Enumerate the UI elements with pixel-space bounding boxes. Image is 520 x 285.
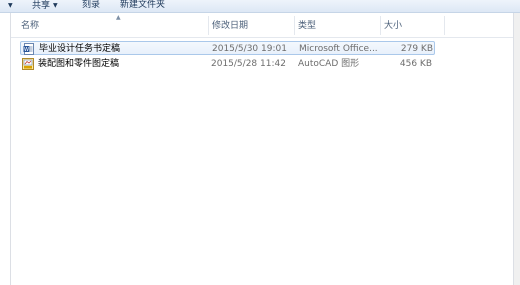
organize-dropdown-button[interactable]: ▼	[5, 0, 13, 12]
file-type: Microsoft Office...	[299, 44, 378, 54]
svg-text:W: W	[24, 47, 29, 53]
column-header: ▲ 名称 修改日期 类型 大小	[11, 13, 513, 38]
command-toolbar: ▼ 共享 ▼ 刻录 新建文件夹	[0, 0, 520, 13]
word-document-icon: W	[23, 43, 34, 55]
file-name: 装配图和零件图定稿	[38, 59, 120, 69]
column-type-label: 类型	[298, 21, 317, 31]
column-date-label: 修改日期	[212, 21, 249, 31]
new-folder-label: 新建文件夹	[120, 0, 166, 10]
column-date-header[interactable]: 修改日期	[208, 13, 294, 37]
column-size-header[interactable]: 大小	[380, 13, 444, 37]
file-size: 279 KB	[400, 44, 433, 54]
vertical-scrollbar[interactable]	[513, 13, 520, 285]
burn-button[interactable]: 刻录	[82, 0, 100, 12]
file-date-modified: 2015/5/28 11:42	[211, 59, 286, 69]
share-button[interactable]: 共享 ▼	[32, 0, 58, 12]
file-size: 456 KB	[399, 59, 432, 69]
chevron-down-icon: ▼	[53, 2, 58, 9]
column-type-header[interactable]: 类型	[294, 13, 380, 37]
file-row[interactable]: W 毕业设计任务书定稿 2015/5/30 19:01 Microsoft Of…	[20, 41, 435, 55]
file-row[interactable]: 装配图和零件图定稿 2015/5/28 11:42 AutoCAD 图形 456…	[20, 57, 435, 71]
new-folder-button[interactable]: 新建文件夹	[120, 0, 165, 12]
file-type: AutoCAD 图形	[298, 59, 360, 69]
column-size-label: 大小	[384, 21, 403, 31]
column-divider[interactable]	[444, 16, 445, 35]
chevron-down-icon: ▼	[8, 2, 13, 9]
file-date-modified: 2015/5/30 19:01	[212, 44, 287, 54]
autocad-drawing-icon	[22, 58, 34, 70]
navigation-pane[interactable]	[0, 13, 11, 285]
column-name-label: 名称	[21, 21, 40, 31]
file-name: 毕业设计任务书定稿	[39, 44, 121, 54]
column-name-header[interactable]: 名称	[17, 13, 211, 37]
burn-label: 刻录	[82, 0, 101, 10]
share-label: 共享	[32, 1, 51, 11]
